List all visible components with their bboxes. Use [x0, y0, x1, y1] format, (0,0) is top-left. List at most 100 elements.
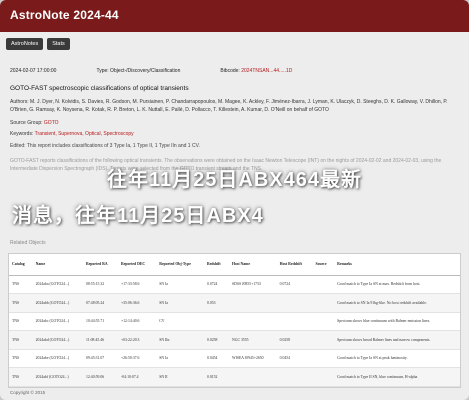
cell-host-name — [228, 293, 277, 313]
cell-host-redshift — [276, 367, 313, 387]
table-row: TNS 2024abf (GOTO24...) 12:40:59.06 -04:… — [9, 367, 460, 387]
col-catalog: Catalog — [9, 254, 33, 276]
cell-catalog: TNS — [9, 367, 33, 387]
classification-table: Catalog Name Reported RA Reported DEC Re… — [8, 253, 461, 388]
cell-objtype: SN II — [156, 367, 204, 387]
cell-remarks: Spectrum shows blue continuum with Balme… — [334, 312, 460, 331]
cell-catalog: TNS — [9, 293, 33, 313]
cell-ra: 11:08:45.46 — [82, 330, 118, 350]
cell-source — [312, 293, 335, 313]
cell-ra: 10:44:55.71 — [82, 312, 118, 331]
bibcode-field: Bibcode: 2024TNSAN...44.....1D — [220, 68, 292, 74]
cell-dec: -04:10:07.4 — [117, 367, 157, 387]
cell-remarks: Good match to Type II SN, blue continuum… — [334, 367, 460, 387]
keywords-links[interactable]: Transient, Supernova, Optical, Spectrosc… — [35, 131, 134, 137]
col-dec: Reported DEC — [117, 254, 157, 276]
cell-name-link[interactable]: 2024abd (GOTO24...) — [32, 330, 83, 350]
tab-stats[interactable]: Stats — [47, 38, 70, 50]
cell-objtype: SN Ia — [156, 349, 204, 368]
cell-redshift: 0.0724 — [203, 275, 229, 294]
cell-name-link[interactable]: 2024abb (GOTO24...) — [32, 293, 83, 313]
cell-host-name: SDSS J0855+1733 — [228, 275, 277, 294]
cell-redshift: 0.0258 — [203, 330, 229, 350]
cell-ra: 07:48:05.24 — [82, 293, 118, 313]
col-remarks: Remarks — [334, 254, 460, 276]
cell-dec: +26:50:37.6 — [117, 349, 157, 368]
cell-host-name: NGC 3555 — [228, 330, 277, 350]
footer-copyright: Copyright © 2015 — [10, 390, 46, 395]
cell-redshift: 0.053 — [203, 293, 229, 313]
table-row: TNS 2024abb (GOTO24...) 07:48:05.24 +35:… — [9, 293, 460, 313]
cell-dec: +17:33:58.6 — [117, 275, 157, 294]
overlay-line-2: 消息，往年11月25日ABX4 — [12, 205, 264, 227]
note-meta: 2024-02-07 17:00:00 Type: Object-/Discov… — [10, 68, 292, 74]
cell-host-redshift: 0.0724 — [276, 275, 313, 294]
cell-catalog: TNS — [9, 349, 33, 368]
cell-remarks: Good match to Type Ia SN at max. Redshif… — [334, 275, 460, 294]
cell-host-redshift: 0.0454 — [276, 349, 313, 368]
source-group: Source Group: GOTO — [10, 120, 59, 126]
cell-dec: +35:06:36.6 — [117, 293, 157, 313]
cell-catalog: TNS — [9, 275, 33, 294]
cell-redshift: 0.0454 — [203, 349, 229, 368]
cell-host-name: WISEA J0945+2650 — [228, 349, 277, 368]
header-bar: AstroNote 2024-44 — [0, 0, 469, 32]
app-title: AstroNote 2024-44 — [10, 8, 119, 22]
cell-name-link[interactable]: 2024aba (GOTO24...) — [32, 275, 83, 294]
cell-remarks: Good match to SN Ia 91bg-like. No host r… — [334, 293, 460, 313]
nav-tabs: AstroNotes Stats — [6, 38, 70, 50]
col-ra: Reported RA — [82, 254, 118, 276]
cell-redshift: 0.0152 — [203, 367, 229, 387]
cell-host-redshift: 0.0258 — [276, 330, 313, 350]
cell-ra: 08:55:15.32 — [82, 275, 118, 294]
cell-objtype: SN IIn — [156, 330, 204, 350]
cell-host-name — [228, 367, 277, 387]
overlay-line-1: 往年11月25日ABX464最新 — [107, 169, 362, 191]
col-host-name: Host Name — [228, 254, 277, 276]
cell-dec: +12:14:40.6 — [117, 312, 157, 331]
table-row: TNS 2024abd (GOTO24...) 11:08:45.46 +03:… — [9, 330, 460, 350]
cell-source — [312, 275, 335, 294]
source-group-label: Source Group: — [10, 120, 43, 126]
authors-text: Authors: M. J. Dyer, N. Kolvidis, S. Dav… — [10, 99, 448, 113]
cell-source — [312, 367, 335, 387]
cell-source — [312, 330, 335, 350]
cell-host-redshift — [276, 293, 313, 313]
cell-source — [312, 312, 335, 331]
table-row: TNS 2024abc (GOTO24...) 10:44:55.71 +12:… — [9, 312, 460, 331]
cell-remarks: Spectrum shows broad Balmer lines and na… — [334, 330, 460, 350]
page-title: GOTO-FAST spectroscopic classifications … — [10, 85, 189, 92]
cell-catalog: TNS — [9, 312, 33, 331]
keywords-label: Keywords: — [10, 131, 34, 137]
cell-objtype: CV — [156, 312, 204, 331]
cell-name-link[interactable]: 2024abc (GOTO24...) — [32, 312, 83, 331]
cell-source — [312, 349, 335, 368]
col-objtype: Reported Obj-Type — [156, 254, 204, 276]
cell-name-link[interactable]: 2024abe (GOTO24...) — [32, 349, 83, 368]
source-group-link[interactable]: GOTO — [44, 120, 59, 126]
table-row: TNS 2024abe (GOTO24...) 09:45:31.07 +26:… — [9, 349, 460, 368]
cell-catalog: TNS — [9, 330, 33, 350]
col-name: Name — [32, 254, 83, 276]
cell-host-redshift — [276, 312, 313, 331]
bibcode-link[interactable]: 2024TNSAN...44.....1D — [241, 68, 292, 74]
cell-dec: +03:22:20.3 — [117, 330, 157, 350]
note-date: 2024-02-07 17:00:00 — [10, 68, 57, 74]
edited-note: Edited: This report includes classificat… — [10, 143, 200, 149]
col-host-redshift: Host Redshift — [276, 254, 313, 276]
cell-name-link[interactable]: 2024abf (GOTO24...) — [32, 367, 83, 387]
related-objects-heading: Related Objects — [10, 240, 46, 246]
col-source: Source — [312, 254, 335, 276]
note-type: Type: Object-/Discovery/Classification — [96, 68, 181, 74]
tab-astronotes[interactable]: AstroNotes — [6, 38, 44, 50]
keywords: Keywords: Transient, Supernova, Optical,… — [10, 131, 134, 137]
table-header-row: Catalog Name Reported RA Reported DEC Re… — [9, 254, 460, 276]
col-redshift: Redshift — [203, 254, 229, 276]
cell-ra: 12:40:59.06 — [82, 367, 118, 387]
cell-remarks: Good match to Type Ia SN at peak luminos… — [334, 349, 460, 368]
cell-objtype: SN Ia — [156, 293, 204, 313]
cell-ra: 09:45:31.07 — [82, 349, 118, 368]
overlay-caption: 往年11月25日ABX464最新 消息，往年11月25日ABX4 — [0, 163, 469, 238]
cell-host-name — [228, 312, 277, 331]
table-row: TNS 2024aba (GOTO24...) 08:55:15.32 +17:… — [9, 275, 460, 294]
